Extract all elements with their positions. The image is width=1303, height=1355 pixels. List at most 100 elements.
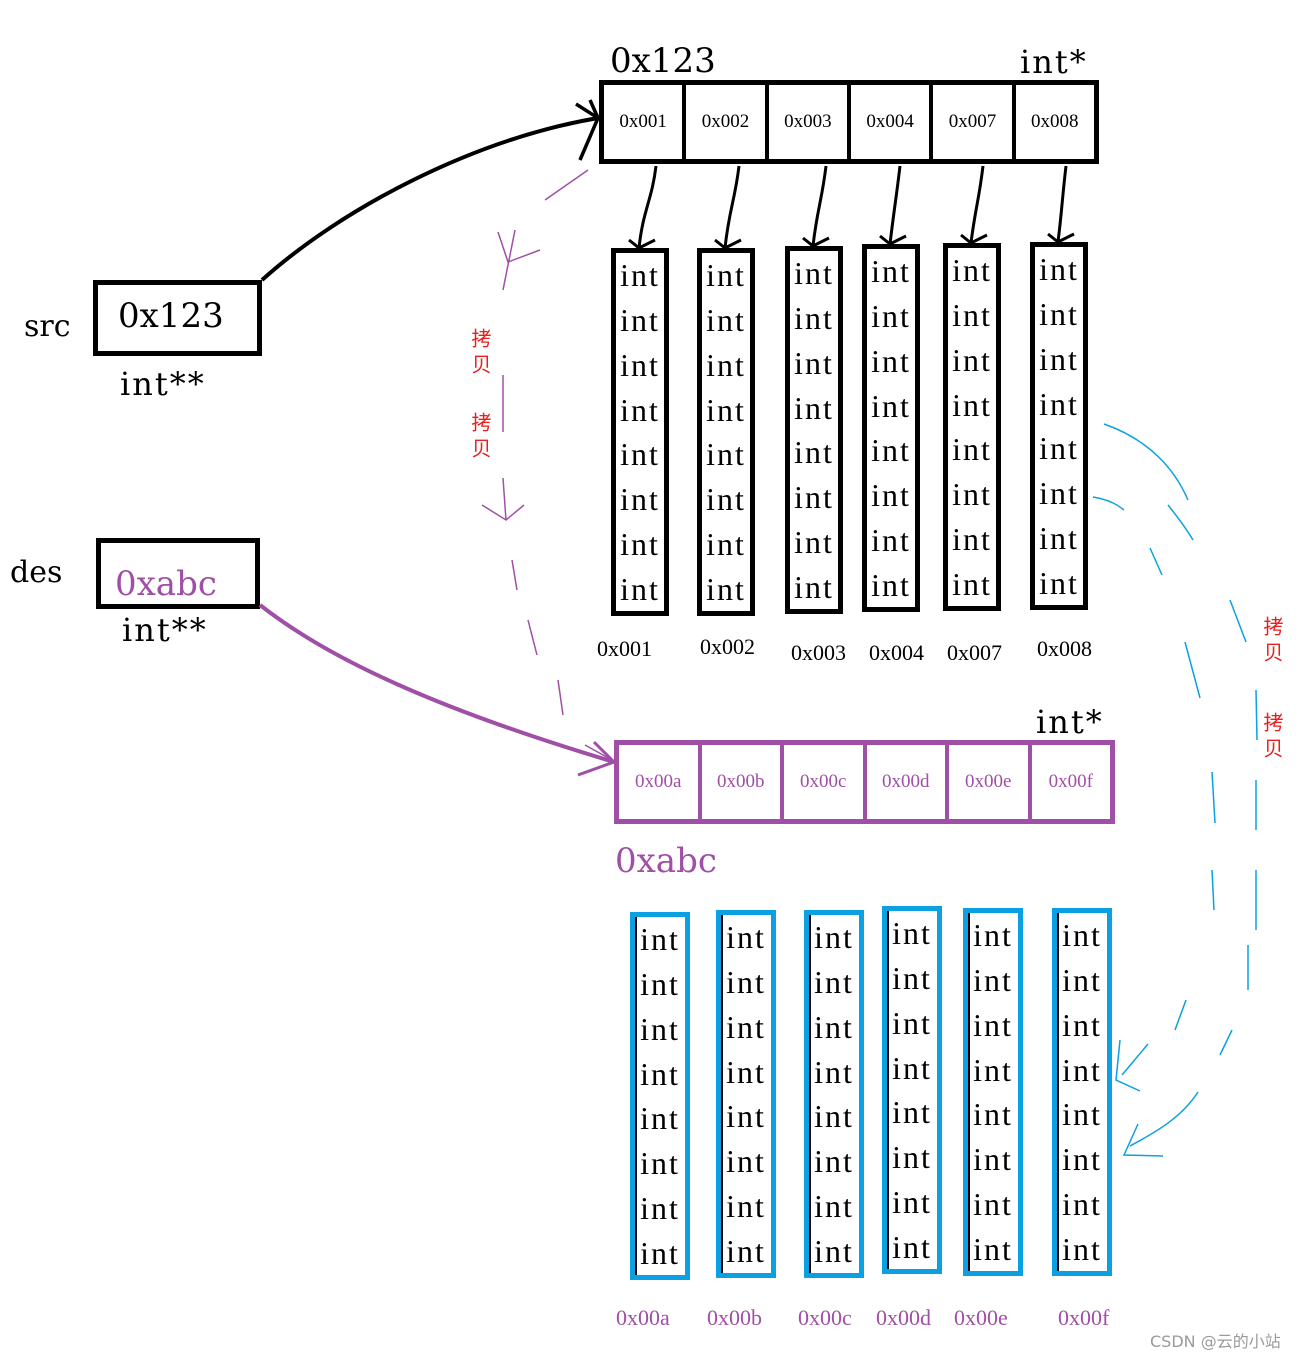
int-cell: int	[726, 1232, 766, 1269]
column-address-label: 0x004	[869, 640, 924, 665]
int-cell: int	[706, 346, 746, 383]
column-address-label: 0x002	[700, 634, 755, 659]
int-cell: int	[1062, 1141, 1102, 1178]
copy-annotation-right-1: 拷贝	[1260, 616, 1284, 668]
src-int-columns-column: int int int int int int int int	[697, 248, 755, 616]
des-variable-box: 0xabc	[96, 538, 260, 609]
src-array-cell: 0x001	[604, 85, 687, 159]
des-int-columns-column: int int int int int int int int	[630, 912, 690, 1280]
column-address-label: 0x007	[947, 640, 1002, 665]
int-cell: int	[794, 344, 834, 381]
int-cell: int	[640, 1145, 680, 1182]
int-cell: int	[640, 921, 680, 958]
int-cell: int	[1039, 296, 1079, 333]
int-cell: int	[640, 1055, 680, 1092]
int-cell: int	[952, 431, 992, 468]
int-cell: int	[706, 481, 746, 518]
src-arrow-head	[575, 99, 601, 161]
column-address-label: 0x00f	[1058, 1305, 1110, 1330]
int-cell: int	[794, 255, 834, 292]
des-array-cell: 0x00f	[1048, 771, 1093, 792]
src-int-columns-column: int int int int int int int int	[1030, 242, 1088, 610]
int-cell: int	[973, 1006, 1013, 1043]
int-cell: int	[794, 523, 834, 560]
des-to-array-arrow	[258, 603, 615, 764]
des-int-columns-column: int int int int int int int int	[882, 906, 942, 1274]
int-cell: int	[794, 300, 834, 337]
cell-to-column-arrow	[879, 165, 907, 246]
src-type-label: int**	[120, 365, 206, 403]
watermark: CSDN @云的小站	[1150, 1332, 1281, 1351]
int-cell: int	[620, 570, 660, 607]
int-cell: int	[814, 1187, 854, 1224]
int-cell: int	[871, 253, 911, 290]
int-cell: int	[794, 389, 834, 426]
copy-annotation-left-1: 拷贝	[468, 328, 492, 380]
int-cell: int	[973, 917, 1013, 954]
src-array-address: 0x123	[610, 41, 716, 81]
int-cell: int	[620, 436, 660, 473]
cell-to-column-arrow	[628, 165, 658, 250]
src-variable-box: 0x123	[93, 280, 262, 356]
int-cell: int	[640, 966, 680, 1003]
int-cell: int	[794, 479, 834, 516]
des-array-cell: 0x00a	[619, 745, 702, 819]
int-cell: int	[620, 257, 660, 294]
src-cell-to-column-arrows	[628, 165, 1075, 250]
int-cell: int	[1062, 1096, 1102, 1133]
int-cell: int	[892, 1228, 932, 1265]
des-arrow-head	[577, 740, 617, 777]
src-to-array-arrow	[260, 116, 599, 282]
des-int-columns-column: int int int int int int int int	[804, 910, 864, 1278]
int-cell: int	[814, 1232, 854, 1269]
int-cell: int	[726, 1187, 766, 1224]
int-cell: int	[1039, 430, 1079, 467]
cell-to-column-arrow	[960, 165, 988, 245]
copy-annotation-right-2: 拷贝	[1260, 712, 1284, 764]
int-cell: int	[814, 964, 854, 1001]
src-array-type: int*	[1020, 43, 1088, 81]
int-cell: int	[871, 387, 911, 424]
column-address-label: 0x00d	[876, 1305, 931, 1330]
int-cell: int	[706, 436, 746, 473]
int-cell: int	[1039, 340, 1079, 377]
cell-to-column-arrow	[802, 165, 830, 248]
int-cell: int	[892, 1139, 932, 1176]
copy-annotation-left-2: 拷贝	[468, 412, 492, 464]
des-int-columns-column: int int int int int int int int	[1052, 908, 1112, 1276]
cell-to-column-arrow	[714, 165, 742, 250]
src-array-cell: 0x003	[769, 85, 851, 159]
int-cell: int	[620, 525, 660, 562]
int-cell: int	[620, 346, 660, 383]
int-cell: int	[892, 1094, 932, 1131]
int-cell: int	[640, 1189, 680, 1226]
int-cell: int	[871, 298, 911, 335]
int-cell: int	[1062, 917, 1102, 954]
int-cell: int	[794, 434, 834, 471]
src-array-cell: 0x007	[933, 85, 1016, 159]
src-pointer-array: 0x001 0x002 0x003 0x004 0x007 0x008	[599, 80, 1099, 164]
des-array-cell: 0x00c	[784, 745, 867, 819]
column-address-label: 0x00e	[954, 1305, 1008, 1330]
int-cell: int	[892, 1004, 932, 1041]
int-cell: int	[952, 341, 992, 378]
int-cell: int	[1062, 1185, 1102, 1222]
int-cell: int	[952, 520, 992, 557]
int-cell: int	[726, 1143, 766, 1180]
src-array-cell: 0x002	[686, 85, 769, 159]
des-array-type: int*	[1036, 703, 1104, 741]
int-cell: int	[892, 1183, 932, 1220]
int-cell: int	[726, 919, 766, 956]
int-cell: int	[871, 566, 911, 603]
column-address-label: 0x001	[597, 636, 652, 661]
int-cell: int	[640, 1100, 680, 1137]
int-cell: int	[814, 1098, 854, 1135]
int-cell: int	[1062, 1230, 1102, 1267]
des-int-columns-column: int int int int int int int int	[963, 908, 1023, 1276]
int-cell: int	[620, 391, 660, 428]
int-cell: int	[973, 1230, 1013, 1267]
int-cell: int	[1062, 1051, 1102, 1088]
int-cell: int	[726, 1053, 766, 1090]
right-copy-dashed-arrows	[1092, 423, 1258, 1157]
int-cell: int	[706, 570, 746, 607]
